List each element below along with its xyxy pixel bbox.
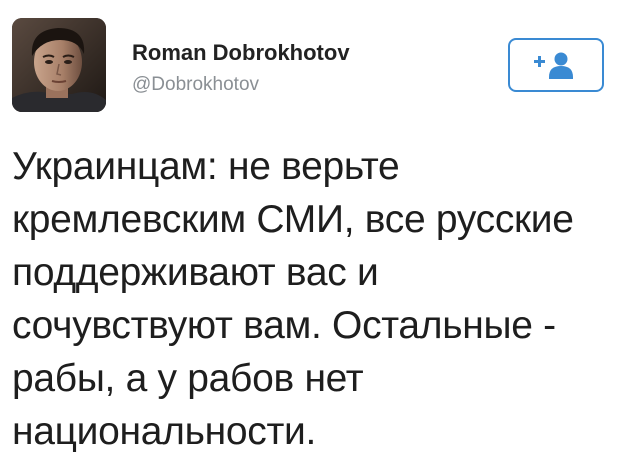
avatar[interactable]: [12, 18, 106, 112]
tweet-card: Roman Dobrokhotov @Dobrokhotov Украинцам…: [0, 0, 620, 474]
tweet-text: Украинцам: не верьте кремлевским СМИ, вс…: [12, 140, 612, 458]
follow-button[interactable]: [508, 38, 604, 92]
tweet-text-line: рабы, а у рабов нет: [12, 357, 364, 400]
add-user-icon: [534, 52, 573, 79]
tweet-text-line: кремлевским СМИ, все русские: [12, 198, 574, 241]
author-handle[interactable]: @Dobrokhotov: [132, 74, 259, 96]
tweet-text-line: национальности.: [12, 410, 317, 453]
tweet-text-line: Украинцам: не верьте: [12, 145, 400, 188]
profile-photo-icon: [12, 18, 106, 112]
tweet-text-line: поддерживают вас и: [12, 251, 379, 294]
tweet-text-line: сочувствуют вам. Остальные -: [12, 304, 556, 347]
author-display-name[interactable]: Roman Dobrokhotov: [132, 40, 350, 66]
